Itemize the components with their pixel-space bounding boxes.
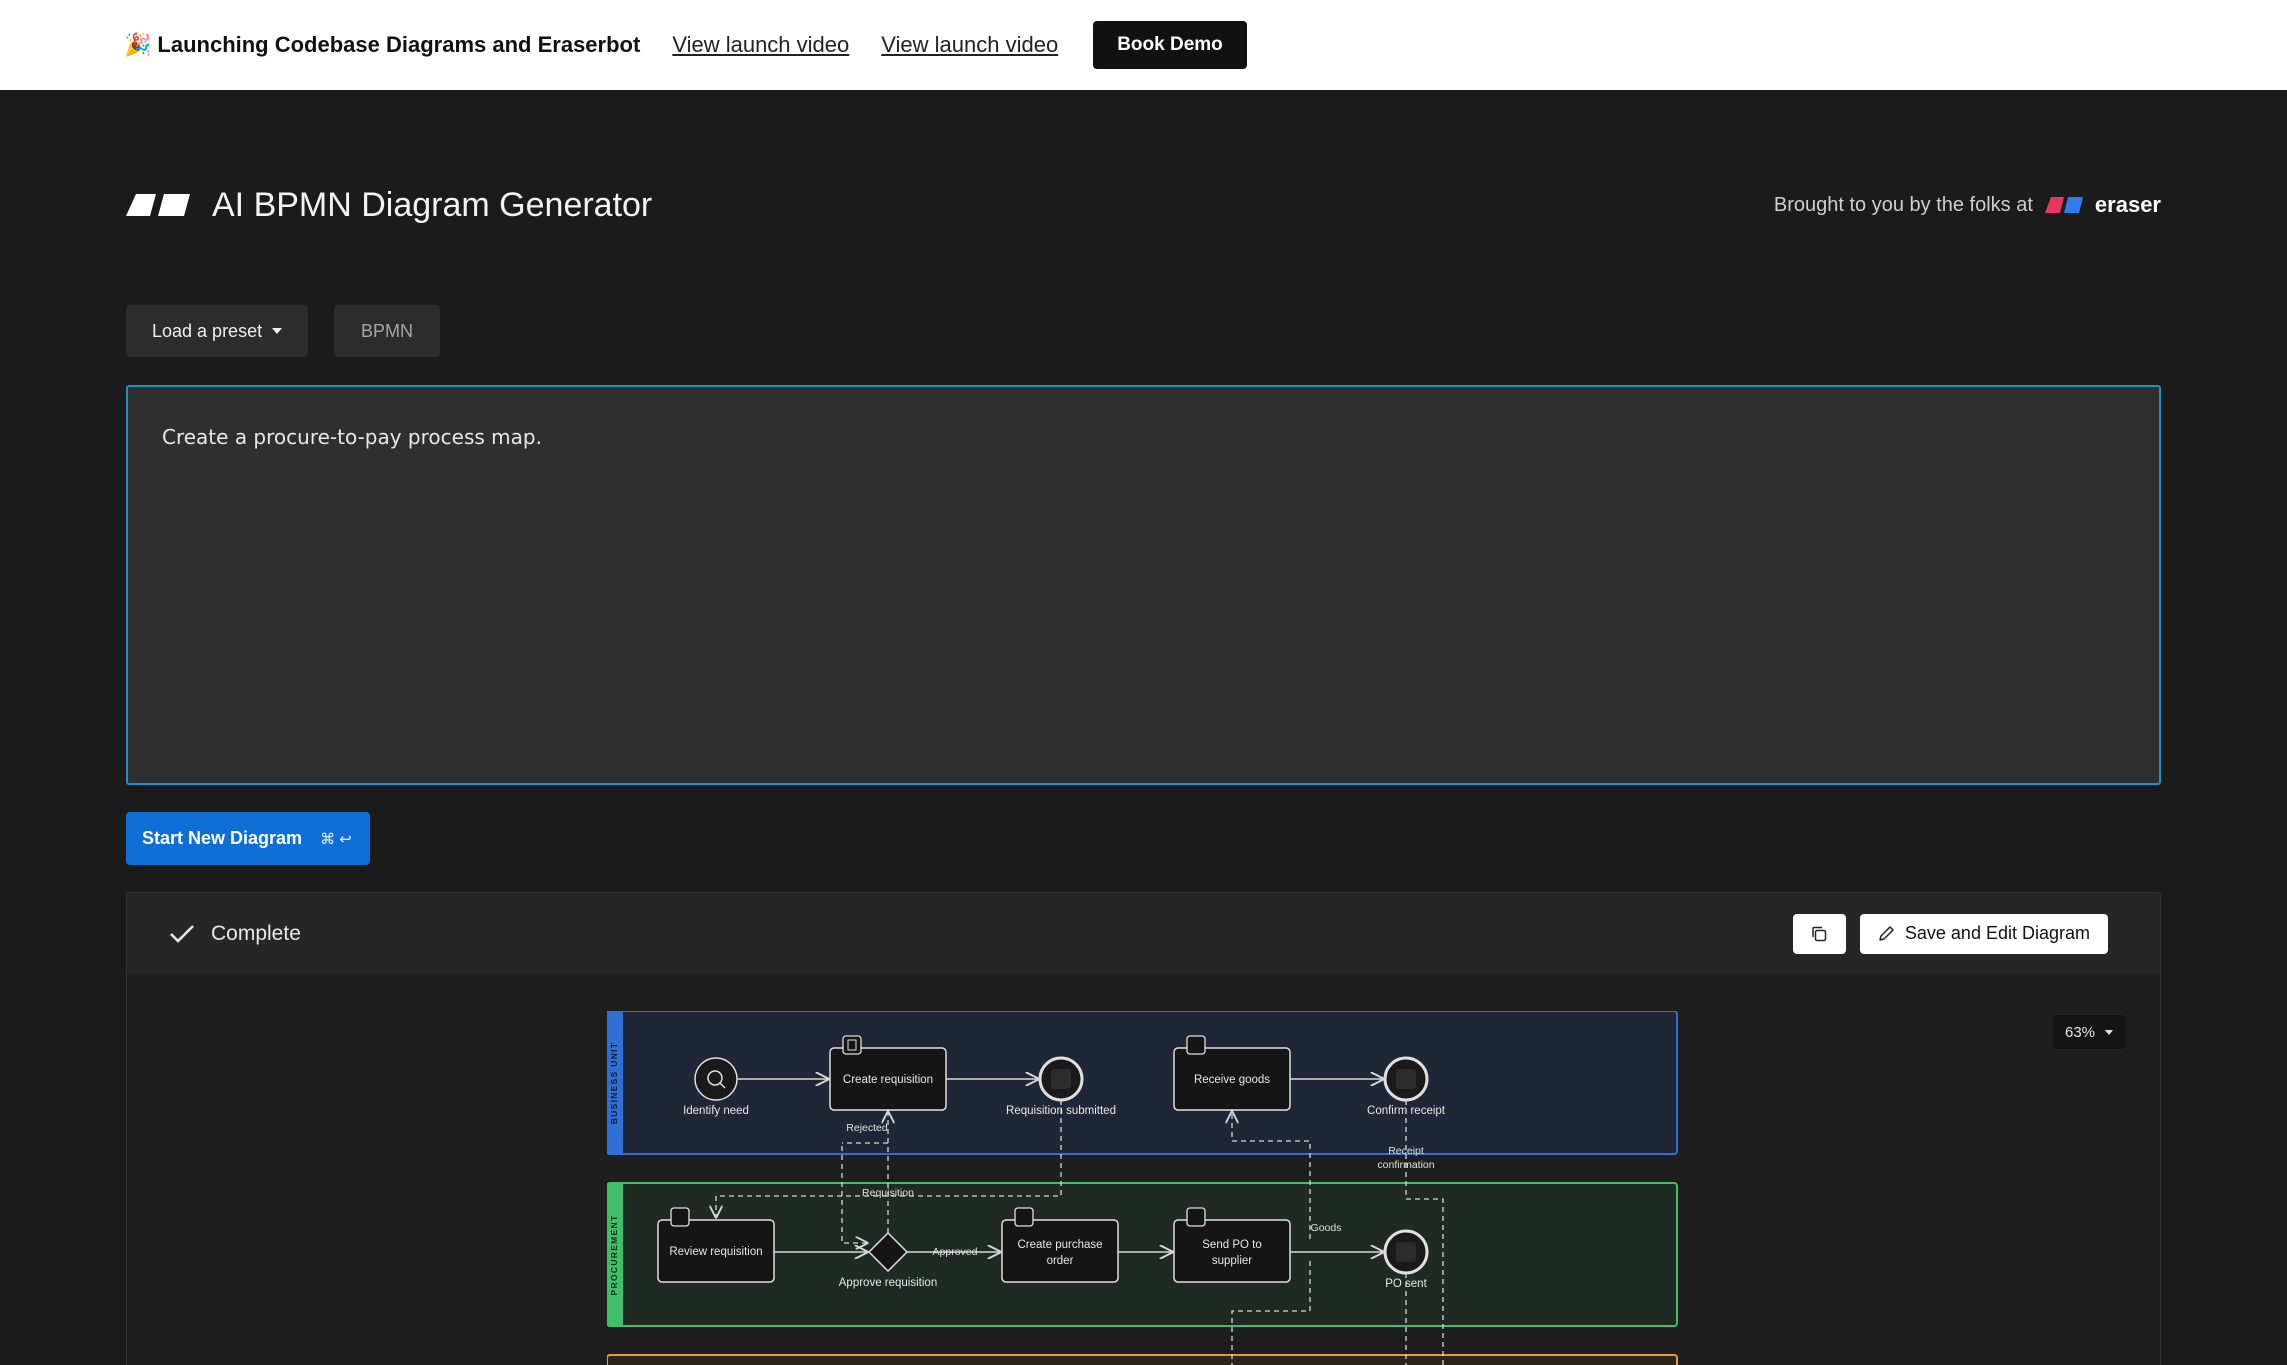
lane-label: PROCUREMENT — [609, 1215, 619, 1296]
result-panel: Complete Save and Edit Diagram 63% BUSIN… — [126, 892, 2161, 1365]
zoom-level: 63% — [2065, 1023, 2096, 1041]
keyboard-shortcut: ⌘ ↩ — [320, 830, 352, 848]
page-header: AI BPMN Diagram Generator Brought to you… — [126, 180, 2161, 230]
lane-label: BUSINESS UNIT — [609, 1042, 619, 1125]
bpmn-diagram[interactable]: BUSINESS UNIT PROCUREMENT Identify need … — [607, 1011, 1682, 1365]
load-preset-dropdown[interactable]: Load a preset — [126, 305, 309, 357]
announcement-text: Launching Codebase Diagrams and Eraserbo… — [157, 32, 641, 57]
start-button-label: Start New Diagram — [142, 828, 303, 848]
svg-text:Review requisition: Review requisition — [669, 1246, 762, 1258]
announcement: 🎉 Launching Codebase Diagrams and Eraser… — [124, 32, 640, 58]
lane-business-unit: BUSINESS UNIT — [607, 1011, 1678, 1155]
edge-label-requisition: Requisition — [862, 1187, 914, 1199]
copy-icon — [1812, 926, 1827, 941]
status-text: Complete — [211, 921, 301, 945]
edge-label-approved: Approved — [933, 1246, 978, 1258]
edge-label-confirmation: confirmation — [1377, 1159, 1434, 1171]
svg-text:Send PO to: Send PO to — [1202, 1239, 1261, 1251]
svg-text:order: order — [1047, 1255, 1074, 1267]
svg-text:Approve requisition: Approve requisition — [839, 1277, 937, 1289]
checkmark-icon — [170, 924, 194, 943]
launch-video-link[interactable]: View launch video — [672, 32, 849, 58]
svg-text:Identify need: Identify need — [683, 1105, 749, 1117]
eraser-brand-icon — [2044, 197, 2083, 213]
svg-text:Create requisition: Create requisition — [843, 1074, 933, 1086]
launch-video-link-2[interactable]: View launch video — [881, 32, 1058, 58]
edge-label-goods: Goods — [1311, 1222, 1342, 1234]
save-and-edit-button[interactable]: Save and Edit Diagram — [1859, 913, 2108, 954]
result-actions: Save and Edit Diagram — [1792, 913, 2108, 954]
byline-text: Brought to you by the folks at — [1773, 193, 2033, 216]
book-demo-button[interactable]: Book Demo — [1093, 21, 1247, 69]
chevron-down-icon — [2105, 1029, 2114, 1035]
save-button-label: Save and Edit Diagram — [1904, 923, 2090, 943]
status: Complete — [169, 922, 301, 946]
app-brand: AI BPMN Diagram Generator — [126, 186, 652, 225]
svg-text:Receive goods: Receive goods — [1194, 1074, 1270, 1086]
start-new-diagram-button[interactable]: Start New Diagram ⌘ ↩ — [126, 812, 370, 865]
chevron-down-icon — [272, 328, 283, 334]
diagram-type-selector[interactable]: BPMN — [334, 305, 441, 357]
party-popper-icon: 🎉 — [124, 32, 152, 57]
result-header: Complete Save and Edit Diagram — [127, 893, 2160, 974]
svg-text:Create purchase: Create purchase — [1017, 1239, 1102, 1251]
announcement-bar: 🎉 Launching Codebase Diagrams and Eraser… — [0, 0, 2287, 90]
byline[interactable]: Brought to you by the folks at eraser — [1774, 192, 2161, 218]
edge-label-rejected: Rejected — [846, 1122, 888, 1134]
copy-button[interactable] — [1792, 913, 1846, 954]
eraser-wordmark: eraser — [2094, 192, 2161, 217]
page-title: AI BPMN Diagram Generator — [212, 185, 653, 224]
pencil-icon — [1879, 926, 1894, 941]
eraser-logo-icon — [126, 194, 190, 216]
preset-label: Load a preset — [152, 320, 263, 341]
edge-label-receipt: Receipt — [1388, 1145, 1424, 1157]
lane-partial — [607, 1354, 1678, 1365]
prompt-input[interactable] — [126, 385, 2161, 785]
po-sent-event[interactable]: PO sent — [1383, 1229, 1429, 1290]
svg-text:supplier: supplier — [1212, 1255, 1252, 1267]
zoom-dropdown[interactable]: 63% — [2053, 1015, 2126, 1049]
